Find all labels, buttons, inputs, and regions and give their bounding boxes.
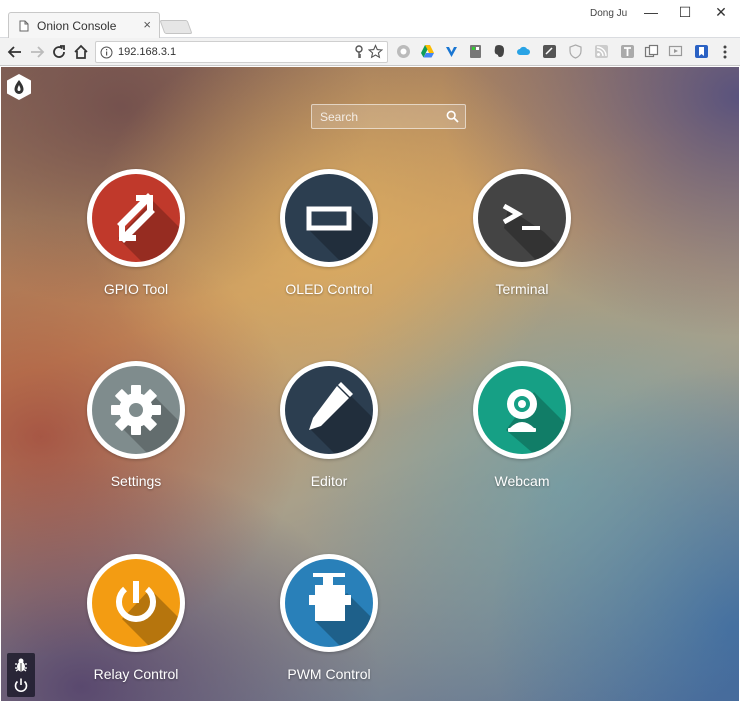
- extension-drive-icon[interactable]: [420, 44, 435, 59]
- onion-console-page: GPIO Tool OLED Control Terminal: [1, 67, 739, 701]
- app-editor-button[interactable]: [280, 361, 378, 459]
- app-settings[interactable]: Settings: [81, 361, 191, 489]
- browser-tab[interactable]: Onion Console ×: [8, 12, 160, 39]
- search-box: [311, 104, 466, 129]
- onion-logo-icon[interactable]: [6, 73, 32, 101]
- app-webcam-button[interactable]: [473, 361, 571, 459]
- power-off-icon[interactable]: [13, 677, 29, 693]
- app-tile: [478, 174, 566, 262]
- forward-icon[interactable]: [28, 43, 46, 61]
- extension-cast-icon[interactable]: [668, 44, 683, 59]
- app-relay-control-button[interactable]: [87, 554, 185, 652]
- app-oled-control[interactable]: OLED Control: [274, 169, 384, 297]
- info-icon[interactable]: [100, 46, 113, 59]
- app-oled-control-button[interactable]: [280, 169, 378, 267]
- pencil-icon: [309, 382, 353, 430]
- address-url[interactable]: 192.168.3.1: [118, 46, 176, 58]
- tab-close-button[interactable]: ×: [143, 18, 151, 31]
- app-label[interactable]: Webcam: [447, 473, 597, 489]
- tab-title: Onion Console: [37, 19, 117, 33]
- webcam-icon: [507, 389, 537, 432]
- extension-bookmark-icon[interactable]: [694, 44, 709, 59]
- app-gpio-tool[interactable]: GPIO Tool: [81, 169, 191, 297]
- extension-note-icon[interactable]: [542, 44, 557, 59]
- arrows-exchange-icon: [117, 193, 155, 243]
- new-tab-button[interactable]: [159, 20, 193, 34]
- extension-lastpass-icon[interactable]: [396, 44, 411, 59]
- address-bar[interactable]: 192.168.3.1: [95, 41, 388, 63]
- app-terminal-button[interactable]: [473, 169, 571, 267]
- app-webcam[interactable]: Webcam: [467, 361, 577, 489]
- minimize-button[interactable]: —: [636, 3, 666, 21]
- search-icon[interactable]: [446, 110, 459, 123]
- app-label[interactable]: OLED Control: [254, 281, 404, 297]
- app-pwm-control-button[interactable]: [280, 554, 378, 652]
- app-pwm-control[interactable]: PWM Control: [274, 554, 384, 682]
- app-gpio-tool-button[interactable]: [87, 169, 185, 267]
- search-input[interactable]: [312, 105, 442, 128]
- terminal-prompt-icon: [502, 203, 540, 230]
- extension-rss-icon[interactable]: [594, 44, 609, 59]
- browser-toolbar: 192.168.3.1: [0, 38, 740, 66]
- extension-evernote-icon[interactable]: [492, 44, 507, 59]
- browser-menu-icon[interactable]: [722, 44, 728, 60]
- extension-cloud-icon[interactable]: [516, 44, 531, 59]
- extension-tool-icon[interactable]: [468, 44, 483, 59]
- profile-name[interactable]: Dong Ju: [590, 8, 627, 19]
- rectangle-display-icon: [306, 206, 352, 231]
- close-window-button[interactable]: ✕: [706, 3, 736, 21]
- gear-icon: [111, 385, 161, 435]
- app-label[interactable]: Editor: [254, 473, 404, 489]
- app-terminal[interactable]: Terminal: [467, 169, 577, 297]
- extension-v-icon[interactable]: [444, 44, 459, 59]
- app-relay-control[interactable]: Relay Control: [81, 554, 191, 682]
- app-editor[interactable]: Editor: [274, 361, 384, 489]
- app-tile: [92, 174, 180, 262]
- app-label[interactable]: Relay Control: [61, 666, 211, 682]
- app-tile: [478, 366, 566, 454]
- app-settings-button[interactable]: [87, 361, 185, 459]
- app-tile: [285, 559, 373, 647]
- app-tile: [285, 366, 373, 454]
- app-tile: [92, 559, 180, 647]
- bookmark-star-icon[interactable]: [368, 44, 383, 59]
- maximize-button[interactable]: ☐: [670, 3, 700, 21]
- key-icon[interactable]: [353, 45, 365, 59]
- back-icon[interactable]: [6, 43, 24, 61]
- bottom-left-panel: [7, 653, 35, 697]
- servo-motor-icon: [309, 573, 351, 621]
- app-label[interactable]: Terminal: [447, 281, 597, 297]
- app-tile: [285, 174, 373, 262]
- page-favicon-icon: [19, 20, 29, 32]
- bug-icon[interactable]: [13, 657, 29, 673]
- home-icon[interactable]: [72, 43, 90, 61]
- power-icon: [116, 581, 156, 622]
- extension-t-icon[interactable]: [620, 44, 635, 59]
- app-label[interactable]: Settings: [61, 473, 211, 489]
- extension-shield-icon[interactable]: [568, 44, 583, 59]
- browser-titlebar: Onion Console × Dong Ju — ☐ ✕: [0, 0, 740, 39]
- reload-icon[interactable]: [50, 43, 68, 61]
- app-tile: [92, 366, 180, 454]
- extension-copy-icon[interactable]: [644, 44, 659, 59]
- app-label[interactable]: PWM Control: [254, 666, 404, 682]
- app-label[interactable]: GPIO Tool: [61, 281, 211, 297]
